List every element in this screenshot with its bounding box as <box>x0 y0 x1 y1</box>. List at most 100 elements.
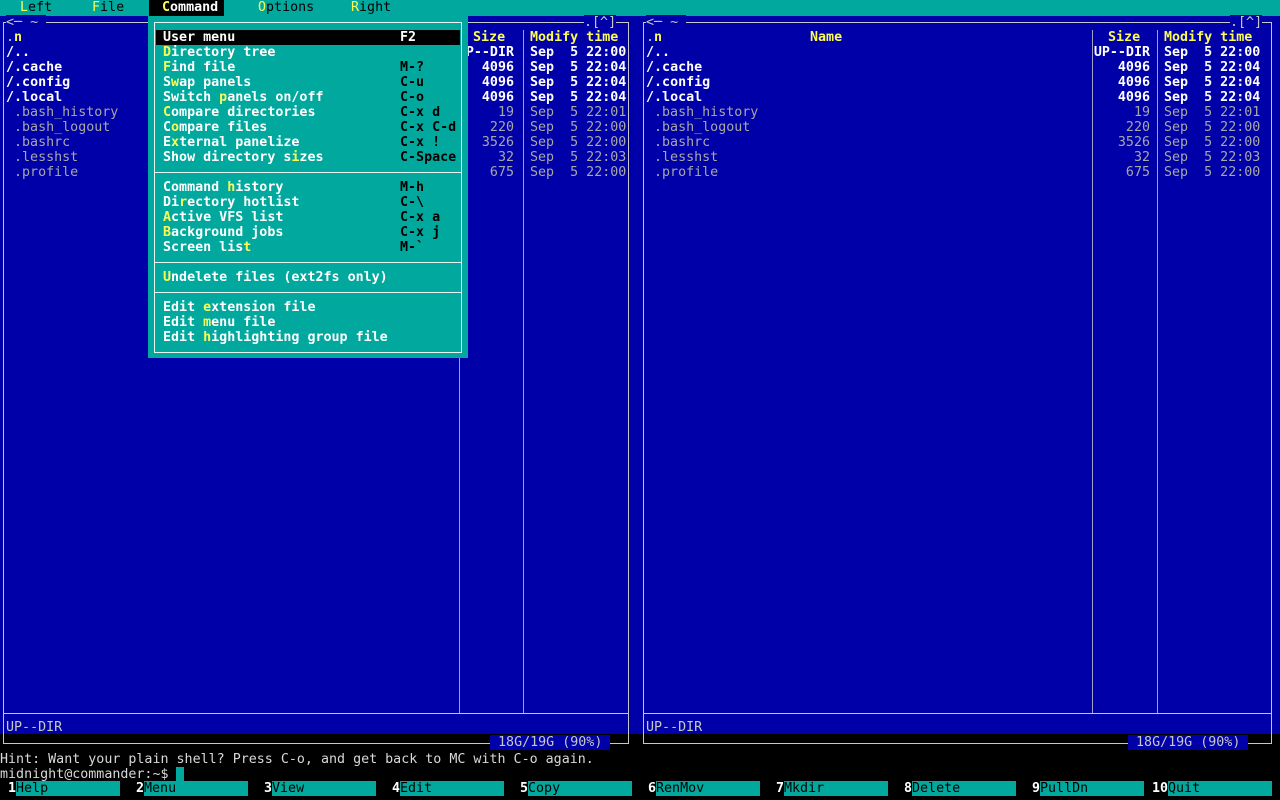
hotkey-letter: L <box>20 0 29 15</box>
function-key-label[interactable]: RenMov <box>656 781 760 796</box>
hotkey-letter: F <box>92 0 101 15</box>
text-cursor <box>176 767 184 782</box>
menu-item[interactable]: Edit menu file <box>163 315 275 330</box>
function-key-label[interactable]: Delete <box>912 781 1016 796</box>
menu-item[interactable]: Find file <box>163 60 235 75</box>
file-size: 32 <box>1133 150 1150 165</box>
file-mtime: Sep 5 22:03 <box>530 150 627 165</box>
panel-border-left <box>643 22 644 744</box>
file-name: /.cache <box>646 60 703 75</box>
menu-item[interactable]: Compare directories <box>163 105 315 120</box>
file-name: /.local <box>6 90 63 105</box>
menu-item[interactable]: Switch panels on/off <box>163 90 324 105</box>
menu-item[interactable]: Directory hotlist <box>163 195 299 210</box>
file-size: 4096 <box>1117 75 1150 90</box>
panel-border-right <box>1271 22 1272 744</box>
menu-item[interactable]: Swap panels <box>163 75 251 90</box>
file-mtime: Sep 5 22:00 <box>530 135 627 150</box>
menu-item[interactable]: Compare files <box>163 120 267 135</box>
menu-item[interactable]: Active VFS list <box>163 210 283 225</box>
file-mtime: Sep 5 22:03 <box>1164 150 1261 165</box>
panel-up-button[interactable]: .[^] <box>584 15 617 30</box>
function-key-number: 7 <box>775 781 784 796</box>
function-key-label[interactable]: Quit <box>1168 781 1272 796</box>
function-key-label[interactable]: Copy <box>528 781 632 796</box>
function-key-label[interactable]: Help <box>16 781 120 796</box>
hotkey-letter: D <box>163 45 172 60</box>
menubar-item-options[interactable]: Options <box>258 0 314 16</box>
column-header-name[interactable]: Name <box>810 30 842 45</box>
menu-item-shortcut: C-o <box>400 90 425 105</box>
hotkey-letter: w <box>171 75 180 90</box>
file-mtime: Sep 5 22:00 <box>1164 135 1261 150</box>
ministatus: UP--DIR <box>6 720 63 735</box>
function-key-number: 10 <box>1152 781 1169 796</box>
menubar-item-command[interactable]: Command <box>162 0 218 16</box>
function-key-number: 1 <box>7 781 16 796</box>
menu-item-shortcut: M-` <box>400 240 425 255</box>
function-key-label[interactable]: Menu <box>144 781 248 796</box>
menu-separator <box>155 172 461 173</box>
file-name: .bash_history <box>14 105 119 120</box>
file-mtime: Sep 5 22:00 <box>1164 45 1261 60</box>
file-mtime: Sep 5 22:04 <box>1164 90 1261 105</box>
menu-item[interactable]: External panelize <box>163 135 299 150</box>
column-header-size[interactable]: Size <box>473 30 505 45</box>
menubar-item-file[interactable]: File <box>92 0 124 16</box>
column-header-mtime[interactable]: Modify time <box>530 30 618 45</box>
disk-usage: 18G/19G (90%) <box>1128 735 1249 750</box>
shell-prompt[interactable]: midnight@commander:~$ <box>0 767 169 782</box>
menu-item[interactable]: Screen list <box>163 240 251 255</box>
menu-item-shortcut: F2 <box>400 30 417 45</box>
function-key-label[interactable]: View <box>272 781 376 796</box>
file-mtime: Sep 5 22:04 <box>530 90 627 105</box>
menubar-item-left[interactable]: Left <box>20 0 52 16</box>
sort-indicator[interactable]: .n <box>6 30 22 45</box>
menu-item[interactable]: User menu <box>163 30 235 45</box>
hotkey-letter: o <box>171 120 180 135</box>
file-mtime: Sep 5 22:00 <box>1164 165 1261 180</box>
file-mtime: Sep 5 22:00 <box>530 45 627 60</box>
function-key-label[interactable]: PullDn <box>1040 781 1144 796</box>
file-size: UP--DIR <box>1093 45 1150 60</box>
menubar-item-right[interactable]: Right <box>351 0 391 16</box>
hotkey-letter: p <box>219 90 228 105</box>
menu-item-shortcut: C-\ <box>400 195 425 210</box>
file-name: /.config <box>646 75 711 90</box>
file-name: .profile <box>14 165 79 180</box>
file-name: /.config <box>6 75 71 90</box>
column-separator <box>523 30 524 713</box>
hotkey-letter: C <box>163 105 172 120</box>
hotkey-letter: C <box>162 0 171 15</box>
hotkey-letter: i <box>291 150 300 165</box>
file-mtime: Sep 5 22:01 <box>1164 105 1261 120</box>
menu-item[interactable]: Directory tree <box>163 45 275 60</box>
file-size: 4096 <box>1117 90 1150 105</box>
ministatus-separator <box>4 713 628 714</box>
column-header-size[interactable]: Size <box>1108 30 1140 45</box>
ministatus: UP--DIR <box>646 720 703 735</box>
menu-item[interactable]: Edit extension file <box>163 300 315 315</box>
file-size: 3526 <box>1117 135 1150 150</box>
menu-item[interactable]: Show directory sizes <box>163 150 324 165</box>
file-mtime: Sep 5 22:00 <box>530 120 627 135</box>
file-mtime: Sep 5 22:04 <box>530 60 627 75</box>
file-name: .bashrc <box>14 135 71 150</box>
column-header-mtime[interactable]: Modify time <box>1164 30 1252 45</box>
file-name: .profile <box>654 165 719 180</box>
hotkey-letter: F <box>163 60 172 75</box>
panel-border-left <box>3 22 4 744</box>
menu-item[interactable]: Undelete files (ext2fs only) <box>163 270 388 285</box>
function-key-label[interactable]: Mkdir <box>784 781 888 796</box>
menu-item[interactable]: Edit highlighting group file <box>163 330 388 345</box>
file-mtime: Sep 5 22:00 <box>530 165 627 180</box>
menu-item-shortcut: M-h <box>400 180 425 195</box>
sort-indicator[interactable]: .n <box>646 30 662 45</box>
function-key-label[interactable]: Edit <box>400 781 504 796</box>
file-mtime: Sep 5 22:00 <box>1164 120 1261 135</box>
menu-item[interactable]: Background jobs <box>163 225 283 240</box>
file-mtime: Sep 5 22:04 <box>530 75 627 90</box>
menu-item[interactable]: Command history <box>163 180 283 195</box>
menu-separator <box>155 292 461 293</box>
panel-up-button[interactable]: .[^] <box>1230 15 1263 30</box>
